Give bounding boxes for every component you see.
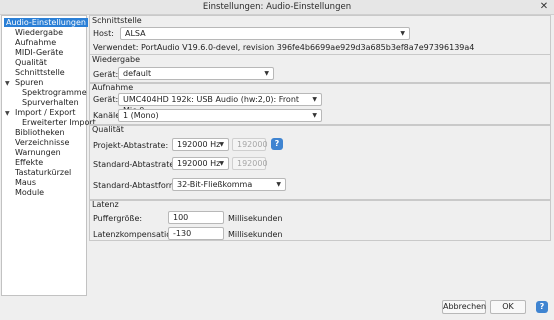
host-label: Host:: [93, 29, 114, 38]
buffer-size-label: Puffergröße:: [93, 214, 143, 223]
default-rate-select[interactable]: 192000 Hz ▼: [172, 157, 229, 170]
latency-compensation-unit: Millisekunden: [228, 230, 283, 239]
expand-arrow-icon[interactable]: ▼: [5, 80, 10, 87]
chevron-down-icon: ▼: [312, 96, 317, 103]
tree-item-spectrograms[interactable]: Spektrogramme: [22, 88, 87, 97]
project-rate-label: Projekt-Abtastrate:: [93, 141, 169, 150]
channels-select[interactable]: 1 (Mono) ▼: [118, 109, 322, 122]
project-rate-other-value: 192000: [237, 140, 268, 149]
tree-item-libraries[interactable]: Bibliotheken: [15, 128, 65, 137]
recording-device-label: Gerät:: [93, 95, 119, 104]
portaudio-version-text: Verwendet: PortAudio V19.6.0-devel, revi…: [93, 43, 475, 52]
playback-device-value: default: [123, 69, 152, 78]
recording-device-select[interactable]: UMC404HD 192k: USB Audio (hw:2,0): Front…: [118, 93, 322, 115]
tree-item-warnings[interactable]: Warnungen: [15, 148, 61, 157]
recording-group: Aufnahme Gerät: UMC404HD 192k: USB Audio…: [89, 82, 551, 126]
tree-item-recording[interactable]: Aufnahme: [15, 38, 56, 47]
playback-group-title: Wiedergabe: [92, 55, 141, 64]
help-icon[interactable]: ?: [271, 138, 283, 150]
default-format-select[interactable]: 32-Bit-Fließkomma ▼: [172, 178, 286, 191]
tree-item-playback[interactable]: Wiedergabe: [15, 28, 63, 37]
default-rate-label: Standard-Abtastrate:: [93, 160, 177, 169]
ok-button[interactable]: OK: [490, 300, 526, 314]
tree-item-midi-devices[interactable]: MIDI-Geräte: [15, 48, 63, 57]
settings-panel: Schnittstelle Host: ALSA ▼ Verwendet: Po…: [89, 15, 551, 294]
chevron-down-icon: ▼: [264, 70, 269, 77]
host-value: ALSA: [125, 29, 146, 38]
expand-arrow-icon[interactable]: ▼: [5, 110, 10, 117]
chevron-down-icon: ▼: [312, 112, 317, 119]
tree-item-effects[interactable]: Effekte: [15, 158, 43, 167]
latency-compensation-label: Latenzkompensation:: [93, 230, 179, 239]
chevron-down-icon: ▼: [400, 30, 405, 37]
tree-item-tracks[interactable]: Spuren: [15, 78, 43, 87]
tree-item-extended-import[interactable]: Erweiterter Import: [22, 118, 96, 127]
close-icon[interactable]: ✕: [538, 1, 550, 13]
project-rate-other-input: 192000: [232, 138, 268, 151]
quality-group-title: Qualität: [92, 125, 124, 134]
tree-item-quality[interactable]: Qualität: [15, 58, 47, 67]
buffer-size-input[interactable]: 100: [168, 211, 224, 224]
default-rate-other-value: 192000: [237, 159, 268, 168]
latency-group-title: Latenz: [92, 200, 119, 209]
title-bar: Einstellungen: Audio-Einstellungen ✕: [0, 0, 554, 15]
default-rate-other-input: 192000: [232, 157, 268, 170]
window-title: Einstellungen: Audio-Einstellungen: [202, 2, 352, 12]
tree-item-audio-settings[interactable]: Audio-Einstellungen: [4, 18, 89, 27]
chevron-down-icon: ▼: [219, 160, 224, 167]
tree-item-directories[interactable]: Verzeichnisse: [15, 138, 69, 147]
tree-item-track-behavior[interactable]: Spurverhalten: [22, 98, 79, 107]
chevron-down-icon: ▼: [276, 181, 281, 188]
tree-item-keyboard-shortcuts[interactable]: Tastaturkürzel: [15, 168, 71, 177]
playback-device-select[interactable]: default ▼: [118, 67, 274, 80]
default-format-value: 32-Bit-Fließkomma: [177, 180, 253, 189]
latency-compensation-value: -130: [173, 229, 192, 238]
playback-group: Wiedergabe Gerät: default ▼: [89, 54, 551, 84]
buffer-size-value: 100: [173, 213, 189, 222]
project-rate-select[interactable]: 192000 Hz ▼: [172, 138, 229, 151]
interface-group-title: Schnittstelle: [92, 16, 142, 25]
latency-compensation-input[interactable]: -130: [168, 227, 224, 240]
playback-device-label: Gerät:: [93, 70, 119, 79]
cancel-button[interactable]: Abbrechen: [442, 300, 486, 314]
tree-item-interface[interactable]: Schnittstelle: [15, 68, 65, 77]
tree-item-modules[interactable]: Module: [15, 188, 44, 197]
quality-group: Qualität Projekt-Abtastrate: 192000 Hz ▼…: [89, 124, 551, 201]
preferences-tree[interactable]: Audio-Einstellungen Wiedergabe Aufnahme …: [1, 15, 96, 296]
default-rate-value: 192000 Hz: [177, 159, 221, 168]
host-select[interactable]: ALSA ▼: [120, 27, 410, 40]
tree-item-mouse[interactable]: Maus: [15, 178, 36, 187]
interface-group: Schnittstelle Host: ALSA ▼ Verwendet: Po…: [89, 15, 551, 55]
project-rate-value: 192000 Hz: [177, 140, 221, 149]
tree-item-import-export[interactable]: Import / Export: [15, 108, 76, 117]
help-icon[interactable]: ?: [536, 301, 548, 313]
latency-group: Latenz Puffergröße: 100 Millisekunden La…: [89, 199, 551, 241]
recording-group-title: Aufnahme: [92, 83, 134, 92]
chevron-down-icon: ▼: [219, 141, 224, 148]
buffer-size-unit: Millisekunden: [228, 214, 283, 223]
channels-value: 1 (Mono): [123, 111, 159, 120]
